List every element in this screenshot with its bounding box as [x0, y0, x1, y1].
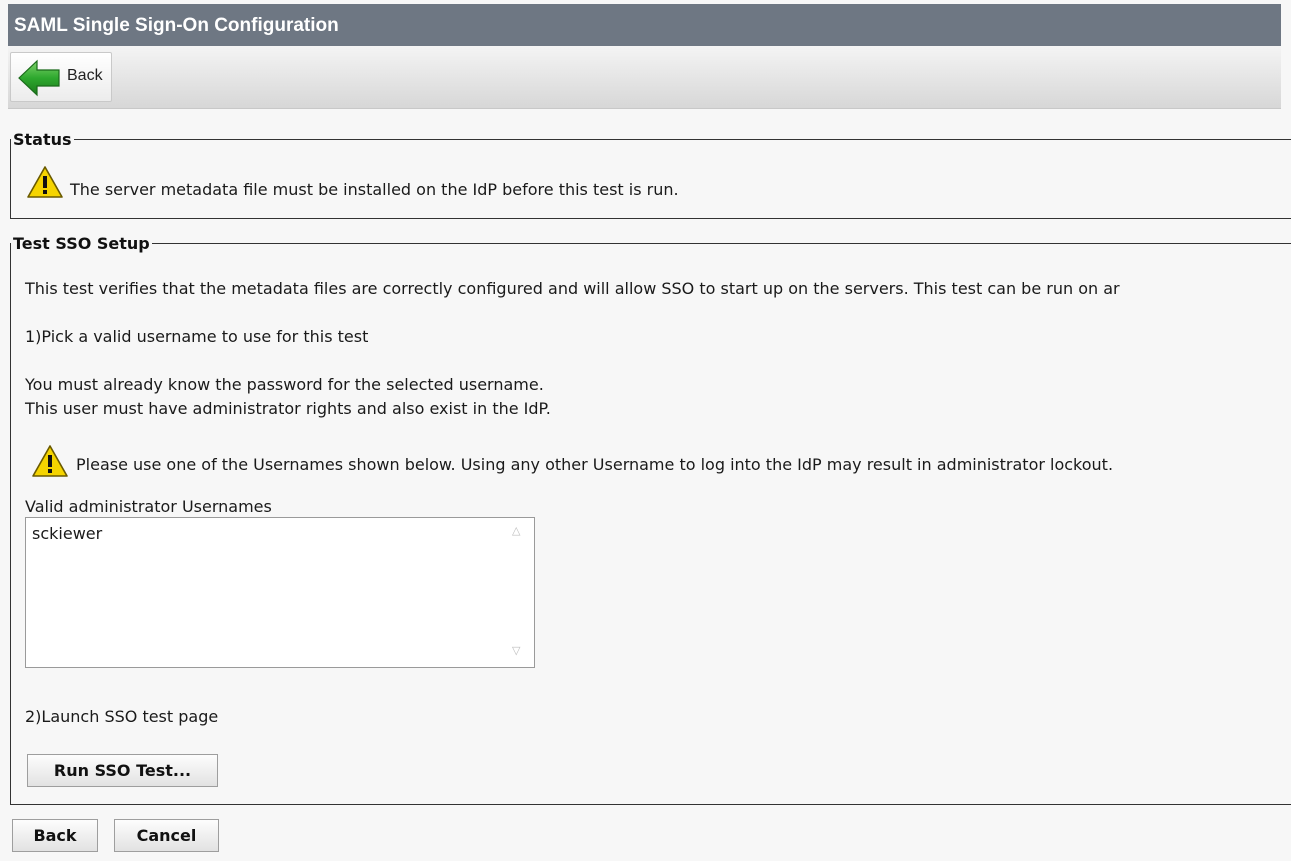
password-note-line2: This user must have administrator rights…: [25, 399, 551, 418]
page: SAML Single Sign-On Configuration Back S…: [0, 0, 1291, 861]
scroll-up-icon[interactable]: △: [512, 524, 520, 537]
scroll-down-icon[interactable]: ▽: [512, 644, 520, 657]
password-note-line1: You must already know the password for t…: [25, 375, 544, 394]
test-intro-text: This test verifies that the metadata fil…: [25, 279, 1120, 298]
toolbar-back-label: Back: [67, 67, 103, 84]
green-left-arrow-icon: [18, 59, 60, 97]
back-button[interactable]: Back: [12, 819, 98, 852]
username-list-item[interactable]: sckiewer: [32, 524, 102, 543]
toolbar-back-button[interactable]: Back: [10, 52, 112, 102]
step2-text: 2)Launch SSO test page: [25, 707, 219, 726]
warning-icon: [27, 166, 63, 198]
cancel-button[interactable]: Cancel: [114, 819, 219, 852]
username-listbox[interactable]: sckiewer △ ▽: [25, 517, 535, 668]
status-section: Status: [10, 130, 1291, 219]
run-sso-test-button[interactable]: Run SSO Test...: [27, 754, 218, 787]
status-message: The server metadata file must be install…: [70, 180, 679, 199]
test-sso-legend: Test SSO Setup: [13, 234, 150, 253]
page-title: SAML Single Sign-On Configuration: [8, 4, 1281, 46]
listbox-scrollbar[interactable]: △ ▽: [508, 518, 534, 667]
lockout-warning-text: Please use one of the Usernames shown be…: [76, 455, 1114, 474]
warning-icon: [32, 445, 68, 477]
username-list-label: Valid administrator Usernames: [25, 497, 272, 516]
status-legend: Status: [13, 130, 72, 149]
step1-text: 1)Pick a valid username to use for this …: [25, 327, 369, 346]
toolbar: Back: [8, 46, 1281, 109]
